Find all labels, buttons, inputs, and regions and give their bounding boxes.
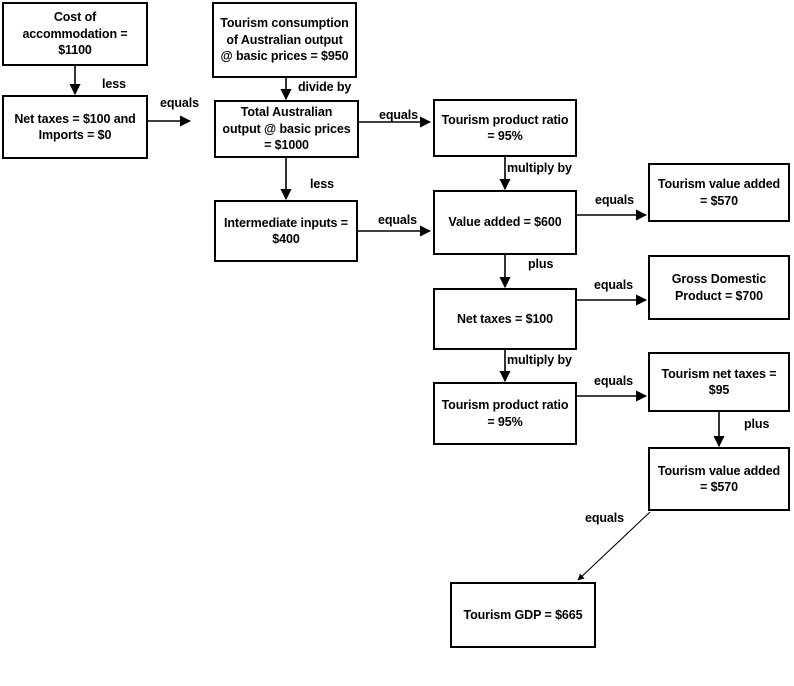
node-net-taxes[interactable]: Net taxes = $100	[433, 288, 577, 350]
node-net-taxes-label: Net taxes = $100	[456, 311, 554, 326]
edge-label-divide-by: divide by	[298, 80, 352, 94]
edge-label-plus-1: plus	[528, 257, 554, 271]
edge-label-less-2: less	[310, 177, 334, 191]
node-tourism-value-added-2[interactable]: Tourism value added = $570	[648, 447, 790, 511]
edge-label-equals-5: equals	[594, 278, 633, 292]
node-tourism-value-added-2-label: Tourism value added = $570	[657, 463, 781, 495]
node-value-added-label: Value added = $600	[448, 215, 562, 230]
edge-label-equals-2: equals	[379, 108, 418, 122]
node-tourism-consumption-label: Tourism consumption of Australian output @…	[220, 16, 349, 64]
node-tourism-gdp-label: Tourism GDP = $665	[463, 607, 583, 622]
node-tourism-product-ratio-1[interactable]: Tourism product ratio = 95%	[433, 99, 577, 157]
edge-label-equals-7: equals	[585, 511, 624, 525]
node-total-australian-output[interactable]: Total Australian output @ basic prices = $…	[214, 100, 359, 158]
node-tourism-net-taxes[interactable]: Tourism net taxes = $95	[648, 352, 790, 412]
edge-label-equals-3: equals	[378, 213, 417, 227]
edge-label-plus-2: plus	[744, 417, 770, 431]
node-value-added[interactable]: Value added = $600	[433, 190, 577, 255]
edge-label-multiply-by-2: multiply by	[507, 353, 572, 367]
node-total-australian-output-label: Total Australian output @ basic prices = $…	[222, 105, 351, 153]
edge-label-multiply-by-1: multiply by	[507, 161, 572, 175]
node-intermediate-inputs-label: Intermediate inputs = $400	[224, 215, 348, 247]
node-tourism-product-ratio-2[interactable]: Tourism product ratio = 95%	[433, 382, 577, 445]
node-tourism-net-taxes-label: Tourism net taxes = $95	[661, 366, 777, 398]
node-gross-domestic-product[interactable]: Gross Domestic Product = $700	[648, 255, 790, 320]
node-tourism-product-ratio-2-label: Tourism product ratio = 95%	[441, 398, 569, 429]
edge-label-less-1: less	[102, 77, 126, 91]
node-tourism-value-added-1-label: Tourism value added = $570	[657, 177, 781, 208]
flowchart-canvas: Cost of accommodation = $1100 Net taxes = …	[0, 0, 794, 686]
edge-label-equals-4: equals	[595, 193, 634, 207]
node-intermediate-inputs[interactable]: Intermediate inputs = $400	[214, 200, 358, 262]
node-gross-domestic-product-label: Gross Domestic Product = $700	[671, 272, 767, 303]
edge-label-equals-1: equals	[160, 96, 199, 110]
node-tourism-product-ratio-1-label: Tourism product ratio = 95%	[441, 112, 569, 144]
node-tourism-gdp[interactable]: Tourism GDP = $665	[450, 582, 596, 648]
node-net-taxes-and-imports[interactable]: Net taxes = $100 and Imports = $0	[2, 95, 148, 159]
node-tourism-consumption[interactable]: Tourism consumption of Australian output @…	[212, 2, 357, 78]
node-cost-of-accommodation-label: Cost of accommodation = $1100	[22, 10, 128, 58]
node-tourism-value-added-1[interactable]: Tourism value added = $570	[648, 163, 790, 222]
node-net-taxes-and-imports-label: Net taxes = $100 and Imports = $0	[14, 111, 136, 143]
node-cost-of-accommodation[interactable]: Cost of accommodation = $1100	[2, 2, 148, 66]
edge-label-equals-6: equals	[594, 374, 633, 388]
